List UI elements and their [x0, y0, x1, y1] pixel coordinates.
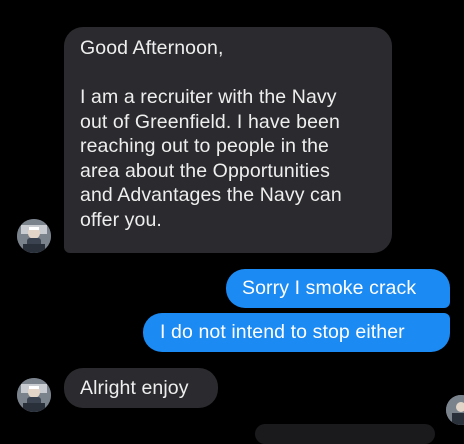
- sender-avatar[interactable]: [17, 378, 51, 412]
- paragraph-break: [80, 61, 378, 86]
- message-line: I am a recruiter with the Navy: [80, 86, 337, 108]
- message-text: Alright enjoy: [80, 377, 189, 399]
- message-line: area about the Opportunities: [80, 159, 330, 182]
- message-text: I do not intend to stop either: [160, 321, 405, 343]
- avatar-icon: [17, 219, 51, 253]
- message-line: reaching out to people in the: [80, 135, 330, 157]
- message-thread: Good Afternoon, I am a recruiter with th…: [0, 0, 464, 444]
- read-receipt-avatar: [446, 395, 464, 425]
- message-line: and Advantages the Navy can: [80, 184, 342, 206]
- message-line: offer you.: [80, 208, 162, 231]
- avatar-icon: [446, 395, 464, 425]
- avatar-icon: [17, 378, 51, 412]
- partial-message-bubble: [255, 424, 435, 444]
- message-line: out of Greenfield. I have been: [80, 110, 340, 133]
- message-line: Good Afternoon,: [80, 37, 224, 59]
- incoming-message-bubble[interactable]: Good Afternoon, I am a recruiter with th…: [64, 27, 392, 253]
- outgoing-message-bubble[interactable]: I do not intend to stop either: [143, 313, 450, 352]
- outgoing-message-bubble[interactable]: Sorry I smoke crack: [226, 269, 450, 308]
- incoming-message-bubble[interactable]: Alright enjoy: [64, 368, 218, 408]
- message-text: Sorry I smoke crack: [242, 277, 417, 299]
- sender-avatar[interactable]: [17, 219, 51, 253]
